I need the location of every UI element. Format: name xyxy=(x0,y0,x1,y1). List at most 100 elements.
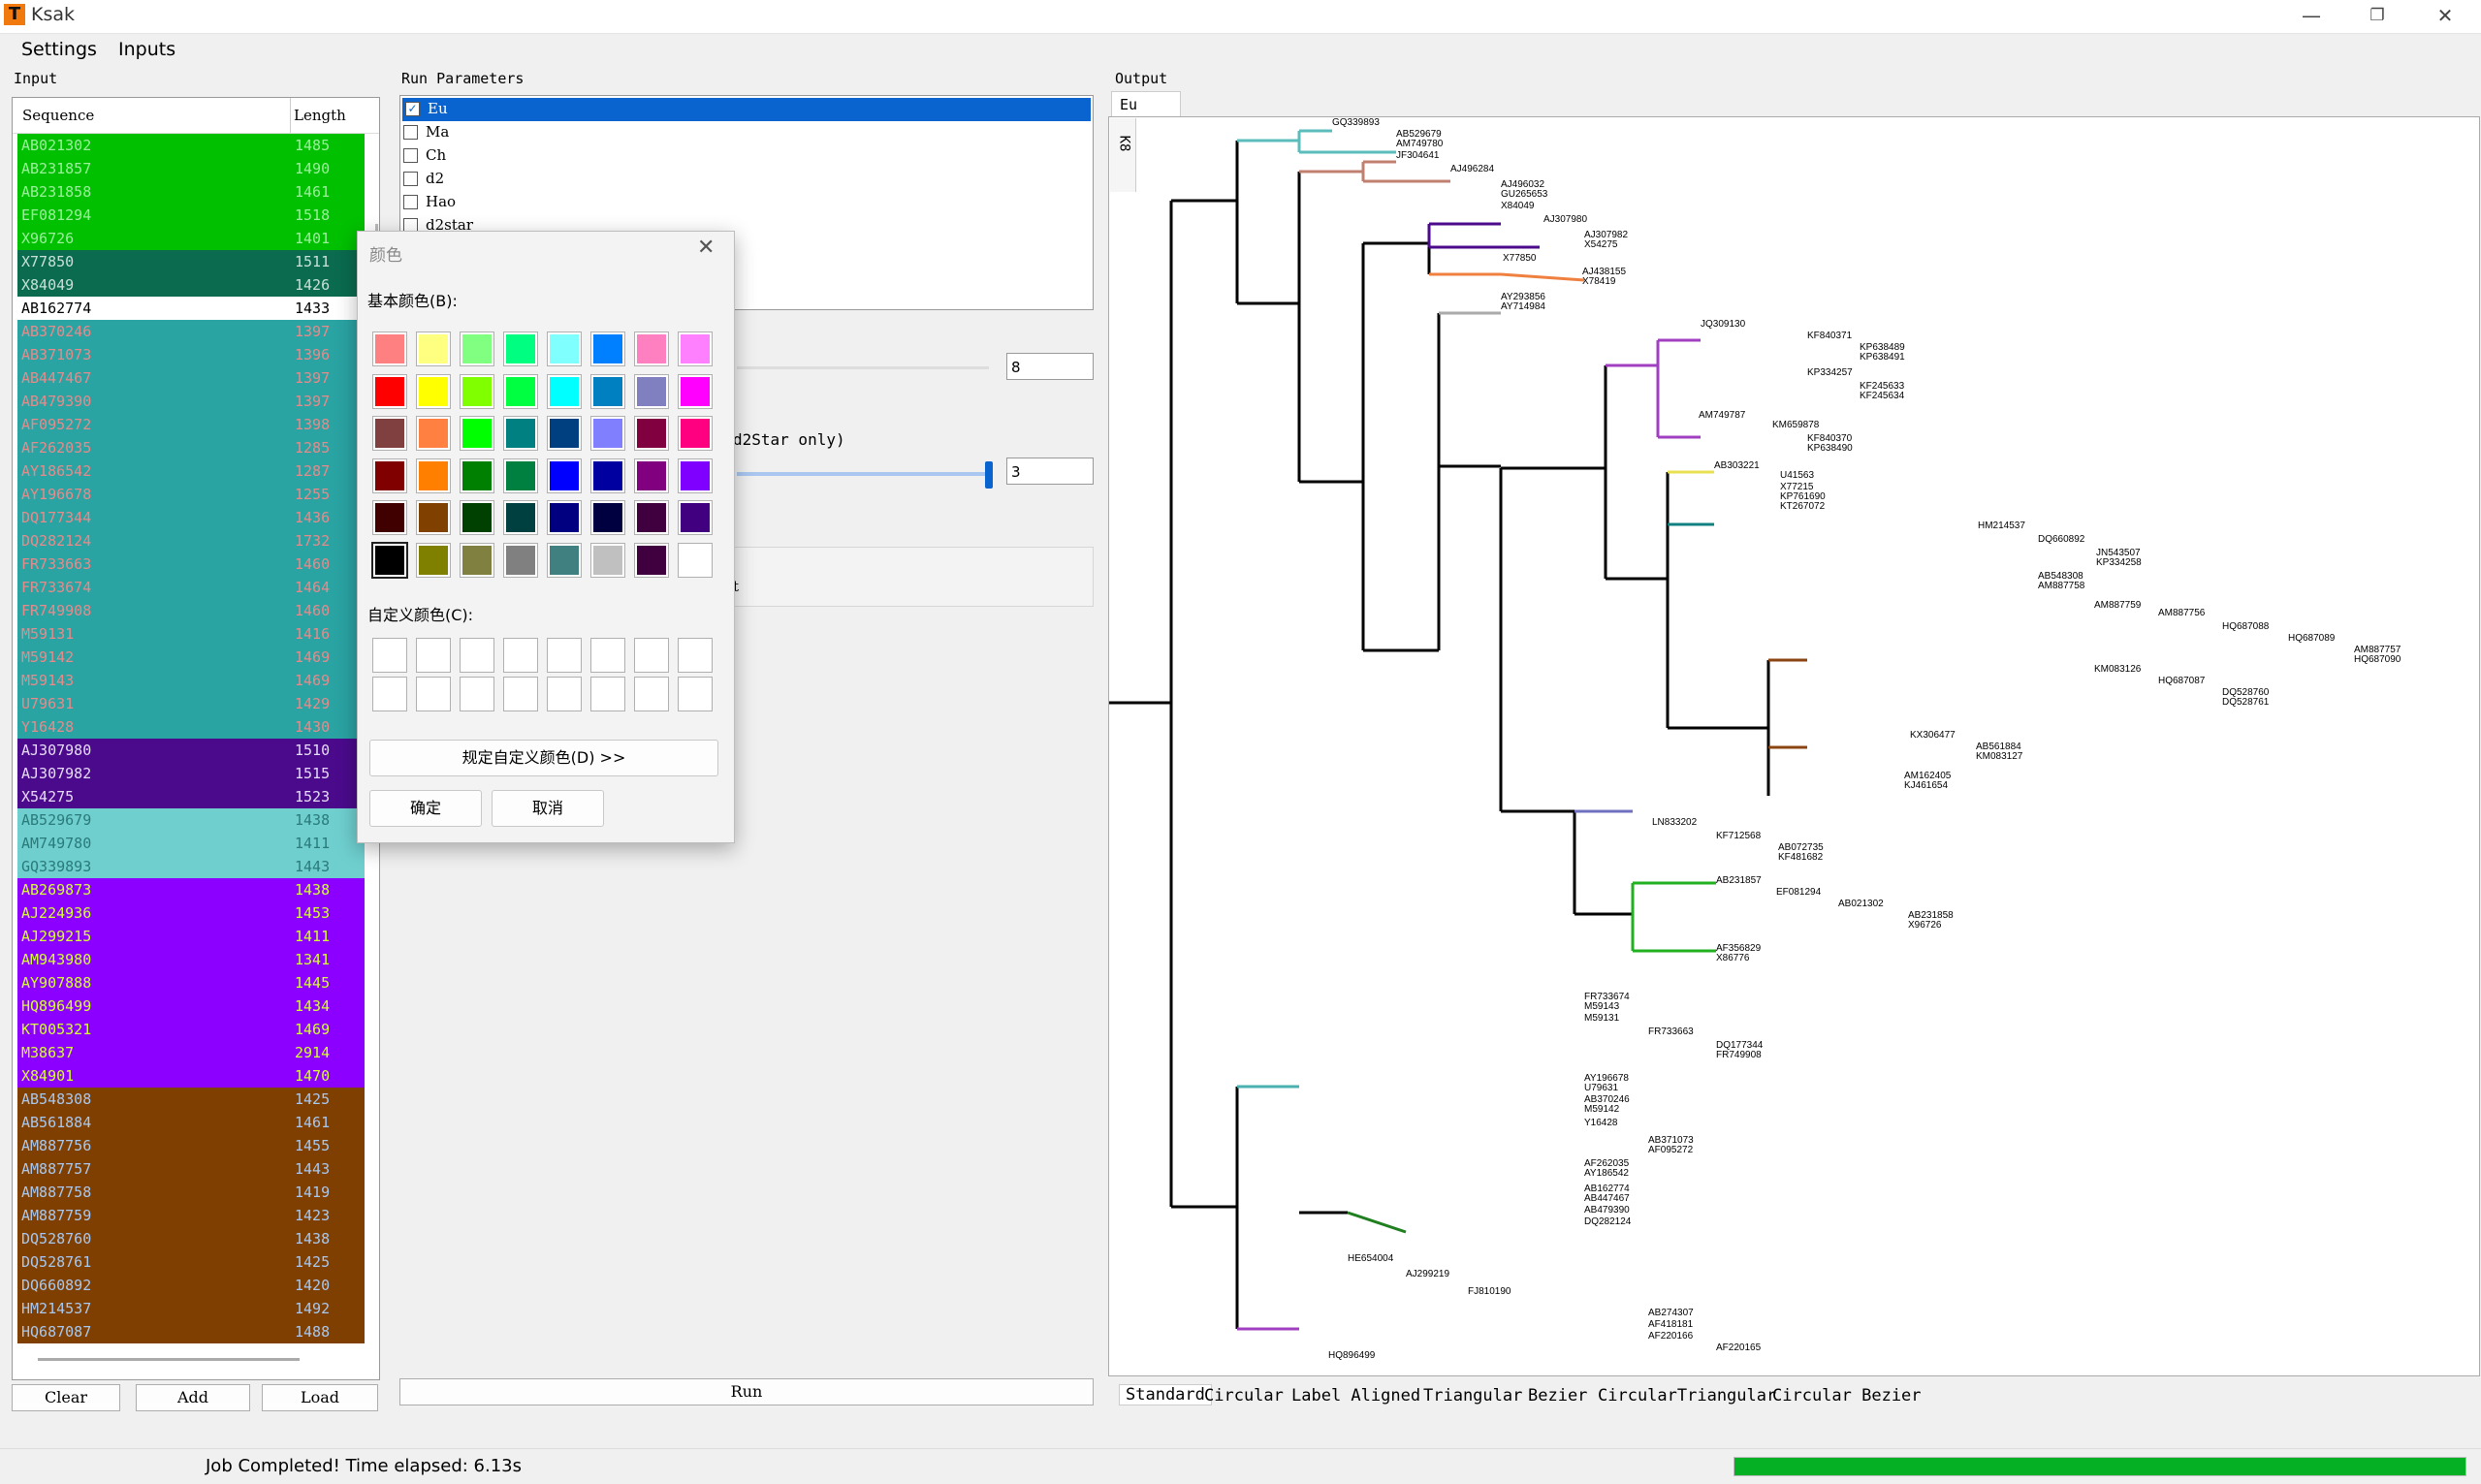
color-swatch[interactable] xyxy=(634,332,669,366)
sequence-row[interactable]: AB162774 1433 xyxy=(17,297,365,320)
color-swatch[interactable] xyxy=(372,500,407,535)
color-swatch[interactable] xyxy=(372,332,407,366)
sequence-row[interactable]: AJ307982 1515 xyxy=(17,762,365,785)
color-swatch[interactable] xyxy=(460,373,494,409)
custom-color-swatch[interactable] xyxy=(634,638,669,673)
color-swatch[interactable] xyxy=(416,542,451,578)
color-swatch[interactable] xyxy=(460,332,494,366)
sequence-row[interactable]: X96726 1401 xyxy=(17,227,365,250)
sequence-row[interactable]: X77850 1511 xyxy=(17,250,365,273)
color-swatch[interactable] xyxy=(634,542,669,578)
custom-color-swatch[interactable] xyxy=(372,638,407,673)
sequence-row[interactable]: AB548308 1425 xyxy=(17,1088,365,1111)
sequence-row[interactable]: M59131 1416 xyxy=(17,622,365,646)
custom-color-swatch[interactable] xyxy=(678,677,713,711)
custom-color-swatch[interactable] xyxy=(416,677,451,711)
sequence-row[interactable]: FR733663 1460 xyxy=(17,553,365,576)
color-swatch[interactable] xyxy=(634,500,669,535)
threshold-field[interactable]: 3 xyxy=(1006,458,1094,485)
color-swatch[interactable] xyxy=(678,416,713,451)
add-button[interactable]: Add xyxy=(136,1384,250,1411)
menu-inputs[interactable]: Inputs xyxy=(118,39,175,60)
sequence-row[interactable]: AB231857 1490 xyxy=(17,157,365,180)
color-swatch[interactable] xyxy=(503,458,538,493)
custom-color-swatch[interactable] xyxy=(547,638,582,673)
method-checkbox[interactable] xyxy=(403,125,418,140)
color-swatch[interactable] xyxy=(503,500,538,535)
sequence-table[interactable]: Sequence Length AB021302 1485 AB231857 1490… xyxy=(12,97,380,1380)
color-swatch[interactable] xyxy=(416,373,451,409)
sequence-row[interactable]: AF262035 1285 xyxy=(17,436,365,459)
method-checkbox[interactable] xyxy=(403,172,418,186)
method-checkbox[interactable] xyxy=(403,148,418,163)
sequence-row[interactable]: AB021302 1485 xyxy=(17,134,365,157)
method-item-eu[interactable]: ✓ Eu xyxy=(402,98,1091,121)
cancel-button[interactable]: 取消 xyxy=(492,790,604,827)
sequence-row[interactable]: HQ687087 1488 xyxy=(17,1320,365,1343)
method-item-d2[interactable]: d2 xyxy=(400,168,1093,191)
sequence-row[interactable]: AB231858 1461 xyxy=(17,180,365,204)
method-checkbox[interactable] xyxy=(403,195,418,209)
color-swatch[interactable] xyxy=(547,416,582,451)
method-checkbox[interactable]: ✓ xyxy=(405,102,420,116)
sequence-row[interactable]: X54275 1523 xyxy=(17,785,365,808)
sequence-row[interactable]: AM887759 1423 xyxy=(17,1204,365,1227)
sequence-row[interactable]: X84049 1426 xyxy=(17,273,365,297)
slider-track-2[interactable] xyxy=(737,472,991,476)
color-swatch[interactable] xyxy=(416,416,451,451)
color-swatch[interactable] xyxy=(634,458,669,493)
view-tab-triangular[interactable]: Triangular xyxy=(1423,1386,1522,1405)
sequence-row[interactable]: KT005321 1469 xyxy=(17,1018,365,1041)
view-tab-circular-bezier[interactable]: Circular Bezier xyxy=(1772,1386,1922,1405)
menu-settings[interactable]: Settings xyxy=(21,39,97,60)
color-swatch[interactable] xyxy=(547,542,582,578)
sequence-row[interactable]: AY186542 1287 xyxy=(17,459,365,483)
sequence-row[interactable]: AY196678 1255 xyxy=(17,483,365,506)
sequence-row[interactable]: FR749908 1460 xyxy=(17,599,365,622)
color-swatch[interactable] xyxy=(547,458,582,493)
method-item-ch[interactable]: Ch xyxy=(400,144,1093,168)
color-swatch[interactable] xyxy=(503,332,538,366)
sequence-row[interactable]: HQ896499 1434 xyxy=(17,995,365,1018)
color-swatch[interactable] xyxy=(460,458,494,493)
ok-button[interactable]: 确定 xyxy=(369,790,482,827)
method-item-ma[interactable]: Ma xyxy=(400,121,1093,144)
color-swatch[interactable] xyxy=(372,416,407,451)
color-swatch[interactable] xyxy=(590,332,625,366)
color-swatch[interactable] xyxy=(678,373,713,409)
sequence-row[interactable]: AB479390 1397 xyxy=(17,390,365,413)
color-swatch[interactable] xyxy=(547,373,582,409)
color-swatch[interactable] xyxy=(678,332,713,366)
slider-track-1[interactable] xyxy=(737,366,989,369)
color-swatch[interactable] xyxy=(590,458,625,493)
restore-button[interactable]: ❐ xyxy=(2346,0,2408,33)
sequence-row[interactable]: GQ339893 1443 xyxy=(17,855,365,878)
custom-color-swatch[interactable] xyxy=(590,677,625,711)
color-swatch[interactable] xyxy=(634,416,669,451)
custom-color-swatch[interactable] xyxy=(547,677,582,711)
sequence-row[interactable]: AB370246 1397 xyxy=(17,320,365,343)
sequence-row[interactable]: AJ224936 1453 xyxy=(17,901,365,925)
sequence-row[interactable]: EF081294 1518 xyxy=(17,204,365,227)
run-button[interactable]: Run xyxy=(399,1378,1094,1405)
sequence-row[interactable]: M59142 1469 xyxy=(17,646,365,669)
color-swatch[interactable] xyxy=(416,458,451,493)
view-tab-label-aligned[interactable]: Label Aligned xyxy=(1291,1386,1420,1405)
method-item-hao[interactable]: Hao xyxy=(400,191,1093,214)
sequence-row[interactable]: X84901 1470 xyxy=(17,1064,365,1088)
sequence-row[interactable]: AM887756 1455 xyxy=(17,1134,365,1157)
view-tab-bezier[interactable]: Bezier xyxy=(1528,1386,1587,1405)
slider-thumb[interactable] xyxy=(985,461,993,489)
color-swatch[interactable] xyxy=(590,500,625,535)
color-swatch[interactable] xyxy=(372,373,407,409)
sequence-row[interactable]: AJ299215 1411 xyxy=(17,925,365,948)
dialog-close-icon[interactable]: ✕ xyxy=(697,236,715,260)
color-swatch[interactable] xyxy=(460,542,494,578)
color-swatch[interactable] xyxy=(678,500,713,535)
column-divider[interactable] xyxy=(290,98,291,133)
sequence-row[interactable]: DQ282124 1732 xyxy=(17,529,365,553)
sequence-row[interactable]: AB447467 1397 xyxy=(17,366,365,390)
sequence-row[interactable]: U79631 1429 xyxy=(17,692,365,715)
k-value-field[interactable]: 8 xyxy=(1006,353,1094,380)
color-swatch[interactable] xyxy=(416,332,451,366)
